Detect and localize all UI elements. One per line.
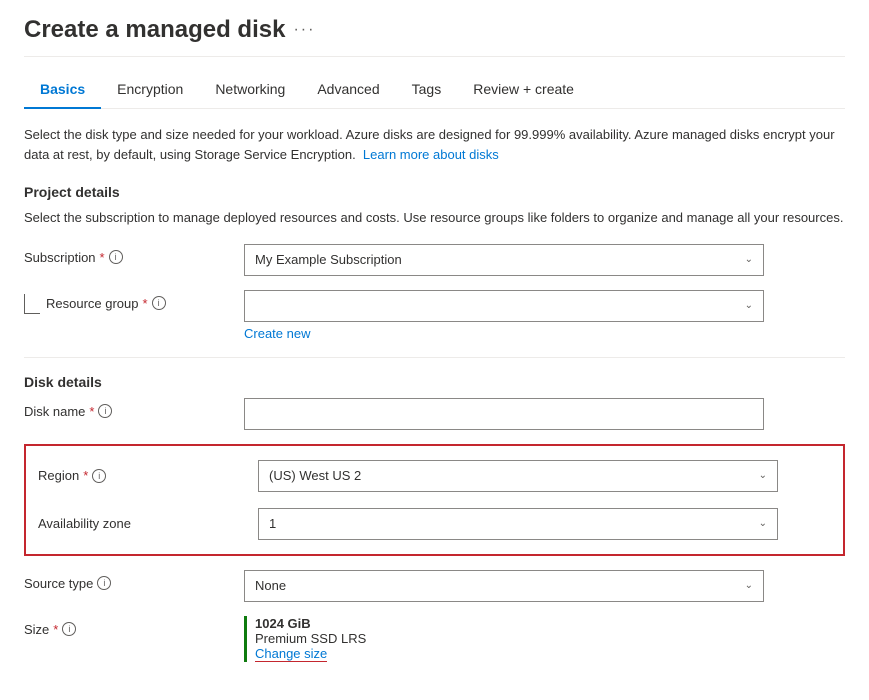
region-info-icon[interactable]: i bbox=[92, 469, 106, 483]
availability-zone-value: 1 bbox=[269, 516, 276, 531]
resource-group-label: Resource group * i bbox=[46, 296, 166, 311]
disk-name-required: * bbox=[89, 404, 94, 419]
region-label: Region * i bbox=[38, 468, 242, 483]
size-value: 1024 GiB bbox=[255, 616, 845, 631]
tab-basics[interactable]: Basics bbox=[24, 73, 101, 109]
source-type-chevron-icon: ⌄ bbox=[745, 580, 753, 591]
resource-group-dropdown[interactable]: ⌄ bbox=[244, 290, 764, 322]
subscription-info-icon[interactable]: i bbox=[109, 250, 123, 264]
source-type-row: Source type i None ⌄ bbox=[24, 570, 845, 602]
resource-group-chevron-icon: ⌄ bbox=[745, 300, 753, 311]
disk-details-title: Disk details bbox=[24, 374, 845, 390]
source-type-value: None bbox=[255, 578, 286, 593]
description-text: Select the disk type and size needed for… bbox=[24, 125, 845, 164]
region-highlight-box: Region * i (US) West US 2 ⌄ bbox=[24, 444, 845, 556]
learn-more-link[interactable]: Learn more about disks bbox=[363, 147, 499, 162]
project-details-desc: Select the subscription to manage deploy… bbox=[24, 208, 845, 228]
region-required: * bbox=[83, 468, 88, 483]
size-info-icon[interactable]: i bbox=[62, 622, 76, 636]
size-subtext: Premium SSD LRS bbox=[255, 631, 845, 646]
availability-zone-row: Availability zone 1 ⌄ bbox=[38, 504, 831, 544]
subscription-chevron-icon: ⌄ bbox=[745, 254, 753, 265]
subscription-value: My Example Subscription bbox=[255, 252, 402, 267]
subscription-required: * bbox=[100, 250, 105, 265]
availability-zone-dropdown[interactable]: 1 ⌄ bbox=[258, 508, 778, 540]
size-row: Size * i 1024 GiB Premium SSD LRS Change… bbox=[24, 616, 845, 662]
subscription-label: Subscription * i bbox=[24, 250, 228, 265]
availability-zone-label: Availability zone bbox=[38, 516, 242, 531]
region-value: (US) West US 2 bbox=[269, 468, 361, 483]
size-required: * bbox=[53, 622, 58, 637]
header-ellipsis[interactable]: ··· bbox=[293, 21, 315, 39]
region-dropdown[interactable]: (US) West US 2 ⌄ bbox=[258, 460, 778, 492]
tab-encryption[interactable]: Encryption bbox=[101, 73, 199, 109]
source-type-label: Source type i bbox=[24, 576, 228, 591]
region-chevron-icon: ⌄ bbox=[759, 470, 767, 481]
create-new-link[interactable]: Create new bbox=[244, 326, 310, 341]
resource-group-info-icon[interactable]: i bbox=[152, 296, 166, 310]
project-details-title: Project details bbox=[24, 184, 845, 200]
page-header: Create a managed disk ··· bbox=[24, 16, 845, 57]
tab-networking[interactable]: Networking bbox=[199, 73, 301, 109]
section-divider-1 bbox=[24, 357, 845, 358]
subscription-dropdown[interactable]: My Example Subscription ⌄ bbox=[244, 244, 764, 276]
tab-advanced[interactable]: Advanced bbox=[301, 73, 395, 109]
source-type-dropdown[interactable]: None ⌄ bbox=[244, 570, 764, 602]
disk-name-input[interactable] bbox=[244, 398, 764, 430]
indent-line bbox=[24, 294, 40, 314]
disk-name-label: Disk name * i bbox=[24, 404, 228, 419]
region-row: Region * i (US) West US 2 ⌄ bbox=[38, 456, 831, 496]
source-type-info-icon[interactable]: i bbox=[97, 576, 111, 590]
availability-zone-chevron-icon: ⌄ bbox=[759, 518, 767, 529]
project-details-section: Project details Select the subscription … bbox=[24, 184, 845, 662]
page-title: Create a managed disk bbox=[24, 16, 285, 44]
subscription-row: Subscription * i My Example Subscription… bbox=[24, 244, 845, 276]
resource-group-required: * bbox=[143, 296, 148, 311]
tab-review-create[interactable]: Review + create bbox=[457, 73, 590, 109]
disk-name-info-icon[interactable]: i bbox=[98, 404, 112, 418]
size-label: Size * i bbox=[24, 622, 228, 637]
resource-group-row: Resource group * i ⌄ Create new bbox=[24, 290, 845, 341]
tab-tags[interactable]: Tags bbox=[396, 73, 458, 109]
tabs-nav: Basics Encryption Networking Advanced Ta… bbox=[24, 73, 845, 109]
size-display: 1024 GiB Premium SSD LRS Change size bbox=[244, 616, 845, 662]
change-size-link[interactable]: Change size bbox=[255, 646, 327, 662]
disk-name-row: Disk name * i bbox=[24, 398, 845, 430]
